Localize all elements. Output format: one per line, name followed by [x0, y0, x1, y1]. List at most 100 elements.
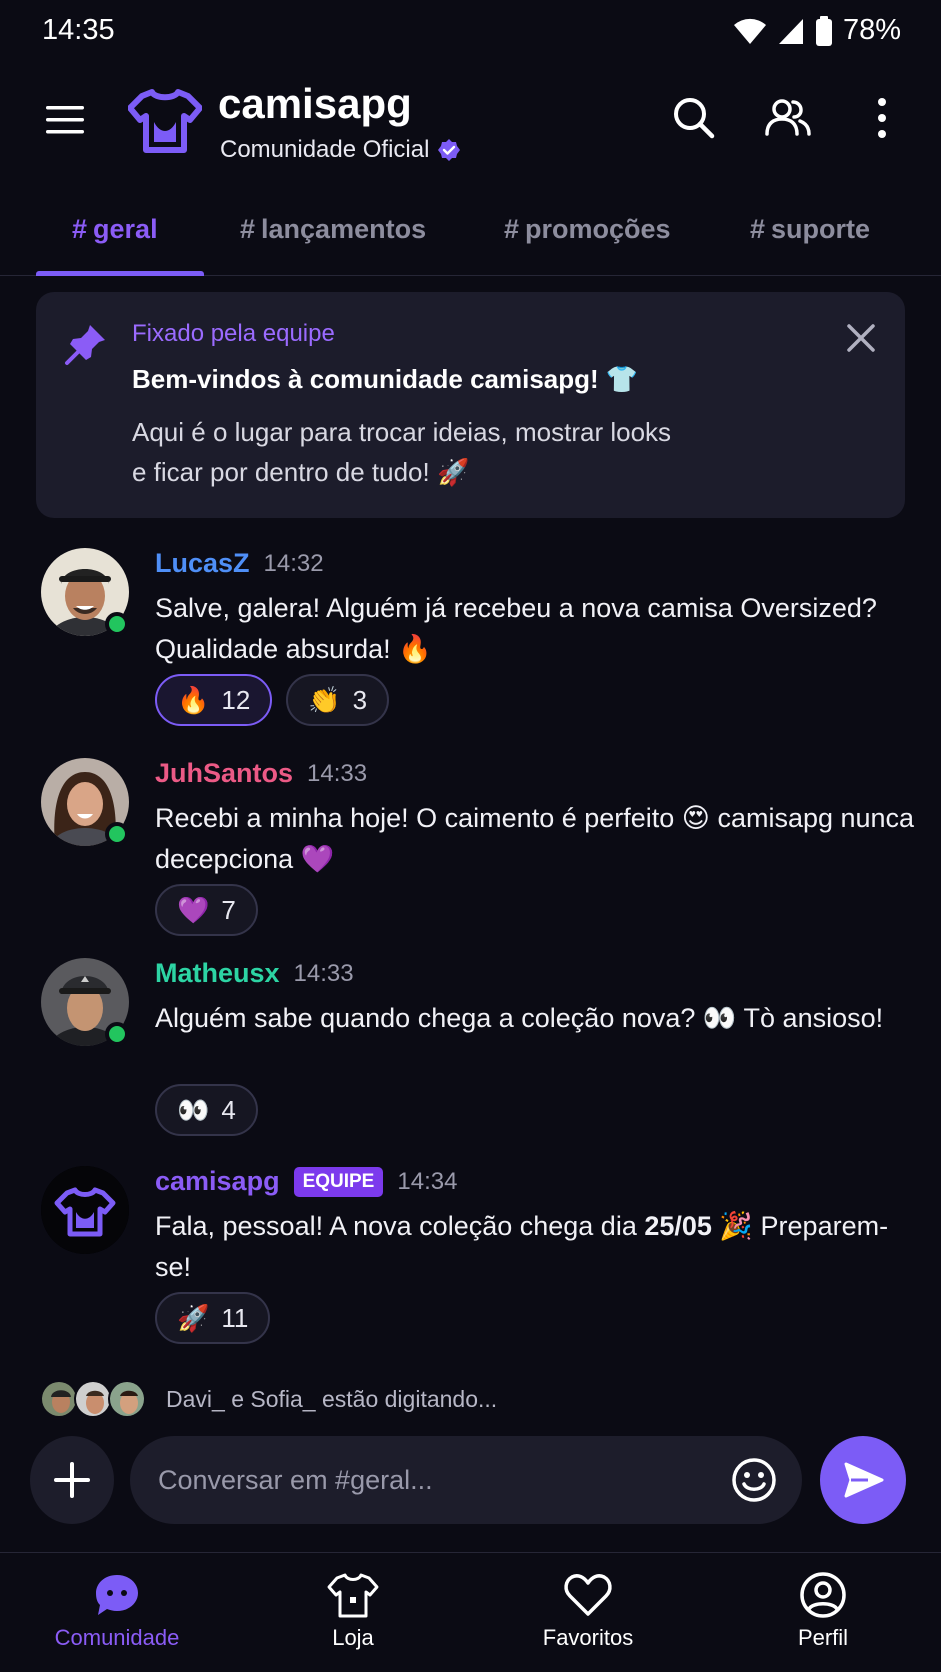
message-header: Matheusx 14:33	[155, 958, 354, 989]
status-time: 14:35	[42, 14, 115, 46]
typing-avatar	[40, 1380, 78, 1418]
verified-icon	[438, 139, 461, 161]
nav-label: Loja	[332, 1625, 374, 1650]
reactions: 🔥 12 👏 3	[155, 674, 390, 726]
battery-icon	[815, 15, 832, 46]
nav-loja[interactable]: Loja	[268, 1571, 438, 1651]
reaction-count: 11	[221, 1302, 249, 1333]
tab-hash: #	[72, 214, 88, 244]
wifi-icon	[733, 18, 766, 44]
send-icon	[844, 1462, 884, 1498]
status-bar: 14:35 78%	[0, 0, 941, 64]
message-text-part: Fala, pessoal! A nova coleção chega dia	[155, 1211, 645, 1241]
online-status-dot	[105, 1022, 129, 1046]
reaction-emoji: 🚀	[177, 1302, 210, 1333]
tab-hash: #	[240, 214, 256, 244]
tab-label: geral	[93, 214, 158, 244]
battery-level: 78%	[842, 14, 901, 46]
tab-label: lançamentos	[261, 214, 427, 244]
shirt-icon	[327, 1573, 379, 1618]
message-item: Matheusx 14:33 Alguém sabe quando chega …	[0, 958, 941, 1138]
staff-badge: EQUIPE	[293, 1166, 384, 1197]
members-icon[interactable]	[762, 92, 814, 144]
nav-favoritos[interactable]: Favoritos	[503, 1571, 673, 1651]
close-icon[interactable]	[841, 318, 881, 358]
status-icons: 78%	[733, 14, 901, 47]
username[interactable]: LucasZ	[155, 548, 250, 579]
reaction-fire[interactable]: 🔥 12	[155, 674, 273, 726]
reactions: 💜 7	[155, 884, 258, 936]
community-subtitle: Comunidade Oficial	[220, 136, 461, 164]
message-composer	[0, 1436, 941, 1528]
active-tab-indicator	[36, 271, 204, 276]
timestamp: 14:32	[263, 549, 324, 577]
community-title: camisapg	[218, 80, 412, 127]
message-item: camisapg EQUIPE 14:34 Fala, pessoal! A n…	[0, 1166, 941, 1346]
tab-lancamentos[interactable]: # lançamentos	[240, 214, 426, 245]
nav-label: Comunidade	[54, 1625, 180, 1650]
nav-perfil[interactable]: Perfil	[738, 1571, 908, 1651]
bottom-navigation: Comunidade Loja Favoritos Perfil	[0, 1552, 941, 1672]
reaction-clap[interactable]: 👏 3	[286, 674, 390, 726]
send-button[interactable]	[820, 1436, 906, 1524]
timestamp: 14:33	[293, 959, 354, 987]
reaction-eyes[interactable]: 👀 4	[155, 1084, 258, 1136]
tab-geral[interactable]: # geral	[72, 214, 158, 245]
tab-suporte[interactable]: # suporte	[750, 214, 870, 245]
typing-avatars	[40, 1380, 146, 1418]
reaction-emoji: 💜	[177, 894, 210, 925]
username[interactable]: JuhSantos	[155, 758, 293, 789]
pin-icon	[65, 325, 105, 365]
reaction-emoji: 👏	[308, 684, 341, 715]
tab-hash: #	[504, 214, 520, 244]
reaction-count: 3	[352, 684, 368, 715]
emoji-icon[interactable]	[730, 1456, 778, 1504]
subtitle-text: Comunidade Oficial	[220, 136, 430, 163]
message-text: Salve, galera! Alguém já recebeu a nova …	[155, 593, 877, 664]
reaction-count: 4	[221, 1094, 236, 1125]
reaction-count: 7	[221, 894, 236, 925]
online-status-dot	[105, 822, 129, 846]
message-input-box	[130, 1436, 802, 1524]
reactions: 👀 4	[155, 1084, 258, 1136]
avatar[interactable]	[41, 1166, 129, 1254]
username[interactable]: Matheusx	[155, 958, 280, 989]
message-header: LucasZ 14:32	[155, 548, 324, 579]
typing-avatar	[74, 1380, 112, 1418]
reaction-purple-heart[interactable]: 💜 7	[155, 884, 258, 936]
typing-avatar	[108, 1380, 146, 1418]
online-status-dot	[105, 612, 129, 636]
nav-comunidade[interactable]: Comunidade	[32, 1571, 202, 1651]
message-header: camisapg EQUIPE 14:34	[155, 1166, 457, 1197]
app-header: camisapg Comunidade Oficial	[0, 70, 941, 180]
more-vertical-icon[interactable]	[856, 92, 908, 144]
shirt-logo-icon	[128, 89, 202, 153]
pinned-body: Aqui é o lugar para trocar ideias, mostr…	[132, 417, 672, 487]
profile-icon	[800, 1572, 846, 1618]
add-attachment-button[interactable]	[30, 1436, 114, 1524]
message-item: LucasZ 14:32 Salve, galera! Alguém já re…	[0, 548, 941, 728]
timestamp: 14:33	[307, 759, 368, 787]
reaction-emoji: 👀	[177, 1094, 210, 1125]
message-text: Recebi a minha hoje! O caimento é perfei…	[155, 803, 915, 874]
message-date-bold: 25/05	[644, 1211, 712, 1241]
heart-icon	[564, 1574, 612, 1616]
search-icon[interactable]	[668, 92, 720, 144]
pinned-label: Fixado pela equipe	[132, 320, 335, 347]
message-item: JuhSantos 14:33 Recebi a minha hoje! O c…	[0, 758, 941, 938]
menu-icon[interactable]	[40, 100, 90, 140]
nav-label: Perfil	[797, 1625, 849, 1650]
nav-label: Favoritos	[542, 1625, 634, 1650]
reaction-rocket[interactable]: 🚀 11	[155, 1292, 271, 1344]
tab-label: suporte	[771, 214, 871, 244]
username[interactable]: camisapg	[155, 1166, 280, 1197]
timestamp: 14:34	[397, 1167, 458, 1195]
typing-text: Davi_ e Sofia_ estão digitando...	[166, 1385, 498, 1412]
message-input[interactable]	[158, 1458, 698, 1502]
reaction-count: 12	[221, 684, 251, 715]
tab-promocoes[interactable]: # promoções	[504, 214, 671, 245]
message-text: Alguém sabe quando chega a coleção nova?…	[155, 1003, 884, 1033]
tab-hash: #	[750, 214, 766, 244]
reaction-emoji: 🔥	[177, 684, 210, 715]
signal-icon	[778, 18, 803, 44]
